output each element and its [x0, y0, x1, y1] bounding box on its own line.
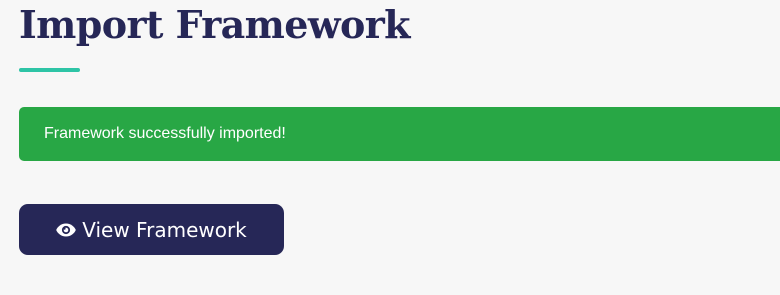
page-title: Import Framework — [19, 2, 410, 47]
import-framework-page: Import Framework Framework successfully … — [0, 0, 780, 295]
success-alert-message: Framework successfully imported! — [44, 125, 286, 142]
view-framework-label: View Framework — [82, 217, 247, 242]
view-framework-button[interactable]: View Framework — [19, 204, 284, 255]
success-alert: Framework successfully imported! — [19, 107, 780, 161]
title-underline — [19, 68, 80, 72]
eye-icon — [56, 220, 77, 240]
